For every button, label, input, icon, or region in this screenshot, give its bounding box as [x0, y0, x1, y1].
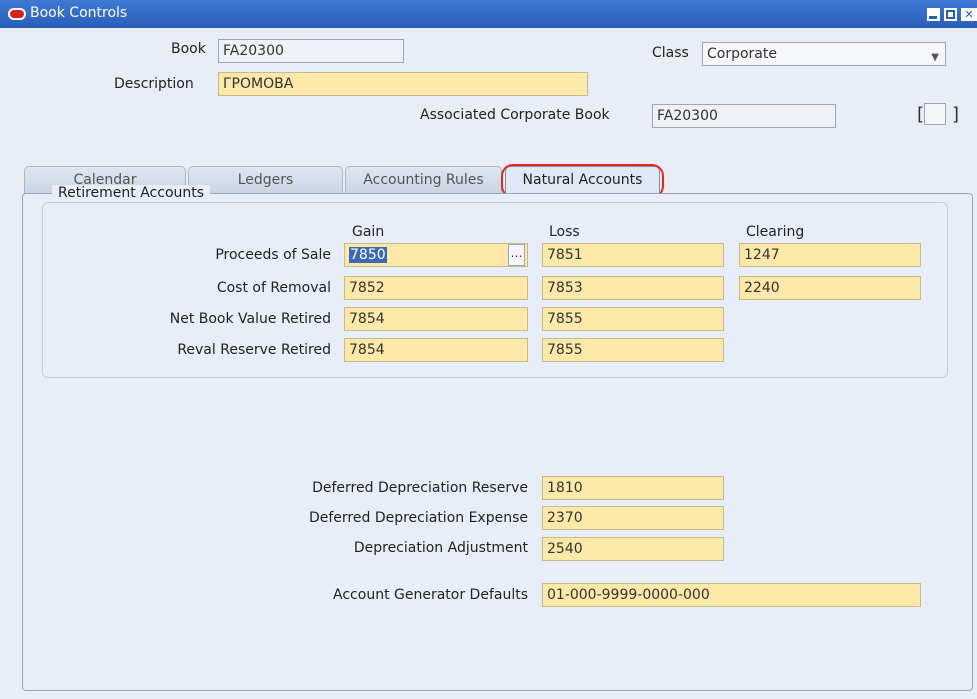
- deferred-expense-field[interactable]: 2370: [542, 506, 724, 530]
- proceeds-loss-field[interactable]: 7851: [542, 243, 724, 267]
- deferred-reserve-field[interactable]: 1810: [542, 476, 724, 500]
- account-generator-label: Account Generator Defaults: [333, 587, 528, 603]
- minimize-icon[interactable]: [927, 8, 940, 21]
- column-gain: Gain: [352, 224, 385, 240]
- chevron-down-icon: ▼: [931, 52, 939, 63]
- book-label: Book: [171, 41, 206, 57]
- assoc-checkbox[interactable]: [924, 103, 946, 125]
- assoc-book-field[interactable]: FA20300: [652, 104, 836, 128]
- nbv-loss-field[interactable]: 7855: [542, 307, 724, 331]
- depreciation-adjustment-field[interactable]: 2540: [542, 537, 724, 561]
- removal-loss-field[interactable]: 7853: [542, 276, 724, 300]
- window-title: Book Controls: [30, 5, 128, 21]
- retirement-accounts-title: Retirement Accounts: [52, 185, 211, 201]
- tab-accounting-rules[interactable]: Accounting Rules: [345, 166, 502, 194]
- bracket-right-icon: ]: [952, 104, 960, 125]
- proceeds-gain-field[interactable]: 7850: [344, 243, 528, 267]
- oracle-logo-icon: [8, 8, 26, 20]
- bracket-left-icon: [: [917, 104, 925, 125]
- column-clearing: Clearing: [746, 224, 805, 240]
- close-icon[interactable]: ✕: [961, 8, 977, 21]
- description-field[interactable]: ГРОМОВА: [218, 72, 588, 96]
- depreciation-adjustment-label: Depreciation Adjustment: [353, 540, 528, 556]
- window-titlebar[interactable]: [0, 0, 977, 28]
- deferred-expense-label: Deferred Depreciation Expense: [308, 510, 528, 526]
- column-loss: Loss: [549, 224, 580, 240]
- proceeds-clearing-field[interactable]: 1247: [739, 243, 921, 267]
- class-value: Corporate: [707, 46, 777, 62]
- reval-reserve-label: Reval Reserve Retired: [177, 342, 331, 358]
- class-label: Class: [652, 45, 689, 61]
- nbv-gain-field[interactable]: 7854: [344, 307, 528, 331]
- book-field[interactable]: FA20300: [218, 39, 404, 63]
- reval-loss-field[interactable]: 7855: [542, 338, 724, 362]
- assoc-book-label: Associated Corporate Book: [420, 107, 610, 123]
- cost-of-removal-label: Cost of Removal: [216, 280, 331, 296]
- nbv-retired-label: Net Book Value Retired: [169, 311, 331, 327]
- proceeds-of-sale-label: Proceeds of Sale: [215, 247, 331, 263]
- proceeds-gain-value: 7850: [349, 247, 387, 263]
- deferred-reserve-label: Deferred Depreciation Reserve: [312, 480, 528, 496]
- class-select[interactable]: Corporate ▼: [702, 42, 946, 66]
- account-generator-field[interactable]: 01-000-9999-0000-000: [542, 583, 921, 607]
- removal-clearing-field[interactable]: 2240: [739, 276, 921, 300]
- reval-gain-field[interactable]: 7854: [344, 338, 528, 362]
- removal-gain-field[interactable]: 7852: [344, 276, 528, 300]
- list-of-values-button[interactable]: …: [508, 244, 525, 266]
- tab-ledgers[interactable]: Ledgers: [188, 166, 343, 194]
- maximize-icon[interactable]: [944, 8, 957, 21]
- description-label: Description: [114, 76, 194, 92]
